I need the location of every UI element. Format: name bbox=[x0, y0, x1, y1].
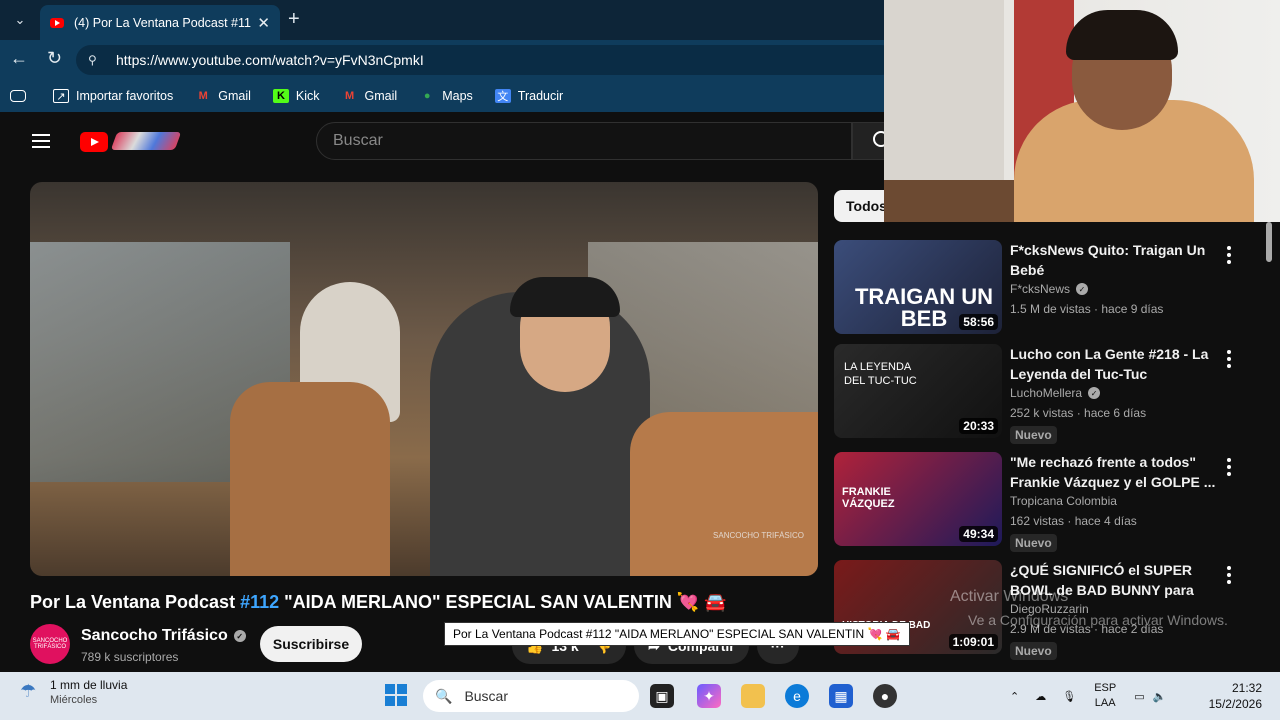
bookmark-maps[interactable]: ● Maps bbox=[419, 89, 473, 103]
subscribe-button[interactable]: Suscribirse bbox=[260, 626, 362, 662]
gmail-icon: M bbox=[198, 90, 208, 102]
bookmark-kick[interactable]: K Kick bbox=[272, 89, 320, 103]
subscriber-count: 789 k suscriptores bbox=[81, 650, 179, 664]
tab-list-dropdown[interactable]: ⌄ bbox=[6, 7, 34, 33]
address-bar[interactable]: ⚲ https://www.youtube.com/watch?v=yFvN3n… bbox=[76, 45, 896, 75]
video-duration: 1:09:01 bbox=[948, 634, 998, 650]
windows-taskbar: ☂ 1 mm de lluvia Miércoles 🔍 Buscar ▣ ✦ … bbox=[0, 672, 1280, 720]
recommendation-meta: 162 vistas · hace 4 días bbox=[1010, 514, 1137, 528]
search-input[interactable]: Buscar bbox=[316, 122, 852, 160]
recommendation-item[interactable]: LA LEYENDA DEL TUC-TUC 20:33 Lucho con L… bbox=[834, 344, 1264, 444]
recommendation-channel[interactable]: Tropicana Colombia bbox=[1010, 494, 1117, 508]
video-thumbnail[interactable]: FRANKIE VÁZQUEZ 49:34 bbox=[834, 452, 1002, 546]
windows-activation-subtitle: Ve a Configuración para activar Windows. bbox=[968, 612, 1228, 628]
weather-widget[interactable]: ☂ 1 mm de lluvia Miércoles bbox=[20, 678, 127, 706]
video-thumbnail[interactable]: TRAIGAN UN BEB 58:56 bbox=[834, 240, 1002, 334]
verified-check-icon: ✓ bbox=[233, 630, 246, 642]
webcam-overlay bbox=[884, 0, 1280, 222]
channel-name-link[interactable]: Sancocho Trifásico ✓ bbox=[81, 627, 246, 645]
windows-activation-title: Activar Windows bbox=[950, 588, 1069, 605]
chevron-up-icon[interactable]: ⌃ bbox=[1010, 690, 1019, 703]
volume-icon[interactable]: 🔈 bbox=[1153, 690, 1167, 703]
taskbar-search-input[interactable]: 🔍 Buscar bbox=[423, 680, 639, 712]
recommendation-meta: 1.5 M de vistas · hace 9 días bbox=[1010, 302, 1164, 316]
system-tray: ⌃ ☁ 🎙 ESP LAA ▭ 🔈 bbox=[1010, 672, 1166, 720]
recommendation-title[interactable]: Lucho con La Gente #218 - La Leyenda del… bbox=[1010, 344, 1225, 384]
recommendation-item[interactable]: FRANKIE VÁZQUEZ 49:34 "Me rechazó frente… bbox=[834, 452, 1264, 552]
recommendation-title[interactable]: F*cksNews Quito: Traigan Un Bebé bbox=[1010, 240, 1225, 280]
new-badge: Nuevo bbox=[1010, 642, 1057, 660]
screen: ⌄ (4) Por La Ventana Podcast #112 "A ✕ +… bbox=[0, 0, 1280, 720]
recommendation-meta: 252 k vistas · hace 6 días bbox=[1010, 406, 1147, 420]
app-with-notification-icon[interactable]: ● bbox=[873, 684, 897, 708]
bookmark-translate[interactable]: 文 Traducir bbox=[494, 89, 563, 103]
task-view-icon[interactable]: ▣ bbox=[650, 684, 674, 708]
back-arrow-icon[interactable]: ← bbox=[10, 48, 28, 69]
verified-check-icon: ✓ bbox=[1076, 283, 1089, 295]
clock[interactable]: 21:32 15/2/2026 bbox=[1209, 680, 1262, 712]
cloud-icon[interactable]: ☁ bbox=[1035, 690, 1046, 703]
microphone-icon[interactable]: 🎙 bbox=[1062, 690, 1076, 703]
more-options-icon[interactable] bbox=[1226, 566, 1232, 584]
url-text: https://www.youtube.com/watch?v=yFvN3nCp… bbox=[116, 52, 424, 68]
chevron-down-icon: ⌄ bbox=[14, 12, 26, 27]
youtube-doodle-logo[interactable] bbox=[110, 132, 182, 150]
video-title-tooltip: Por La Ventana Podcast #112 "AIDA MERLAN… bbox=[444, 622, 910, 646]
bookmark-gmail[interactable]: M Gmail bbox=[195, 89, 251, 103]
new-tab-plus-icon[interactable]: + bbox=[288, 8, 300, 31]
episode-hashtag-link[interactable]: #112 bbox=[240, 592, 279, 612]
menu-hamburger-icon[interactable] bbox=[32, 134, 50, 148]
network-icon[interactable]: ▭ bbox=[1134, 690, 1144, 703]
gmail-icon: M bbox=[344, 90, 355, 102]
video-duration: 58:56 bbox=[959, 314, 998, 330]
microsoft-store-icon[interactable]: ▦ bbox=[829, 684, 853, 708]
video-duration: 49:34 bbox=[959, 526, 998, 542]
rain-cloud-icon: ☂ bbox=[20, 681, 37, 701]
site-info-icon[interactable]: ⚲ bbox=[88, 53, 102, 67]
file-explorer-icon[interactable] bbox=[741, 684, 765, 708]
reload-icon[interactable]: ↻ bbox=[47, 48, 62, 69]
recommendations-scrollbar[interactable] bbox=[1264, 222, 1274, 670]
language-indicator[interactable]: ESP LAA bbox=[1094, 681, 1116, 711]
recommendation-title[interactable]: "Me rechazó frente a todos" Frankie Vázq… bbox=[1010, 452, 1225, 492]
edge-browser-icon[interactable]: e bbox=[785, 684, 809, 708]
kick-icon: K bbox=[272, 89, 289, 103]
recommendation-channel[interactable]: F*cksNews ✓ bbox=[1010, 282, 1089, 296]
youtube-logo-icon[interactable] bbox=[80, 132, 108, 152]
sidebar-toggle-icon[interactable] bbox=[10, 90, 33, 102]
new-badge: Nuevo bbox=[1010, 426, 1057, 444]
translate-icon: 文 bbox=[494, 89, 511, 103]
more-options-icon[interactable] bbox=[1226, 350, 1232, 368]
maps-icon: ● bbox=[423, 90, 431, 102]
close-icon[interactable]: ✕ bbox=[257, 14, 270, 32]
recommendation-channel[interactable]: LuchoMellera ✓ bbox=[1010, 386, 1101, 400]
video-duration: 20:33 bbox=[959, 418, 998, 434]
import-icon: ↗ bbox=[53, 89, 69, 103]
tab-title: (4) Por La Ventana Podcast #112 "A bbox=[74, 15, 251, 30]
channel-avatar[interactable]: SANCOCHO TRIFÁSICO bbox=[30, 624, 70, 664]
more-options-icon[interactable] bbox=[1226, 246, 1232, 264]
bookmark-import-favorites[interactable]: ↗ Importar favoritos bbox=[53, 89, 173, 103]
verified-check-icon: ✓ bbox=[1088, 387, 1101, 399]
video-thumbnail[interactable]: LA LEYENDA DEL TUC-TUC 20:33 bbox=[834, 344, 1002, 438]
video-title: Por La Ventana Podcast #112 "AIDA MERLAN… bbox=[30, 592, 727, 612]
browser-tab-active[interactable]: (4) Por La Ventana Podcast #112 "A ✕ bbox=[40, 5, 280, 40]
youtube-favicon-icon bbox=[50, 17, 64, 28]
more-options-icon[interactable] bbox=[1226, 458, 1232, 476]
recommendation-item[interactable]: TRAIGAN UN BEB 58:56 F*cksNews Quito: Tr… bbox=[834, 240, 1264, 338]
copilot-icon[interactable]: ✦ bbox=[697, 684, 721, 708]
video-player[interactable]: SANCOCHO TRIFÁSICO bbox=[30, 182, 818, 576]
start-windows-icon[interactable] bbox=[385, 684, 407, 706]
new-badge: Nuevo bbox=[1010, 534, 1057, 552]
search-icon: 🔍 bbox=[435, 687, 453, 704]
player-watermark: SANCOCHO TRIFÁSICO bbox=[713, 531, 804, 540]
bookmark-gmail-2[interactable]: M Gmail bbox=[342, 89, 397, 103]
